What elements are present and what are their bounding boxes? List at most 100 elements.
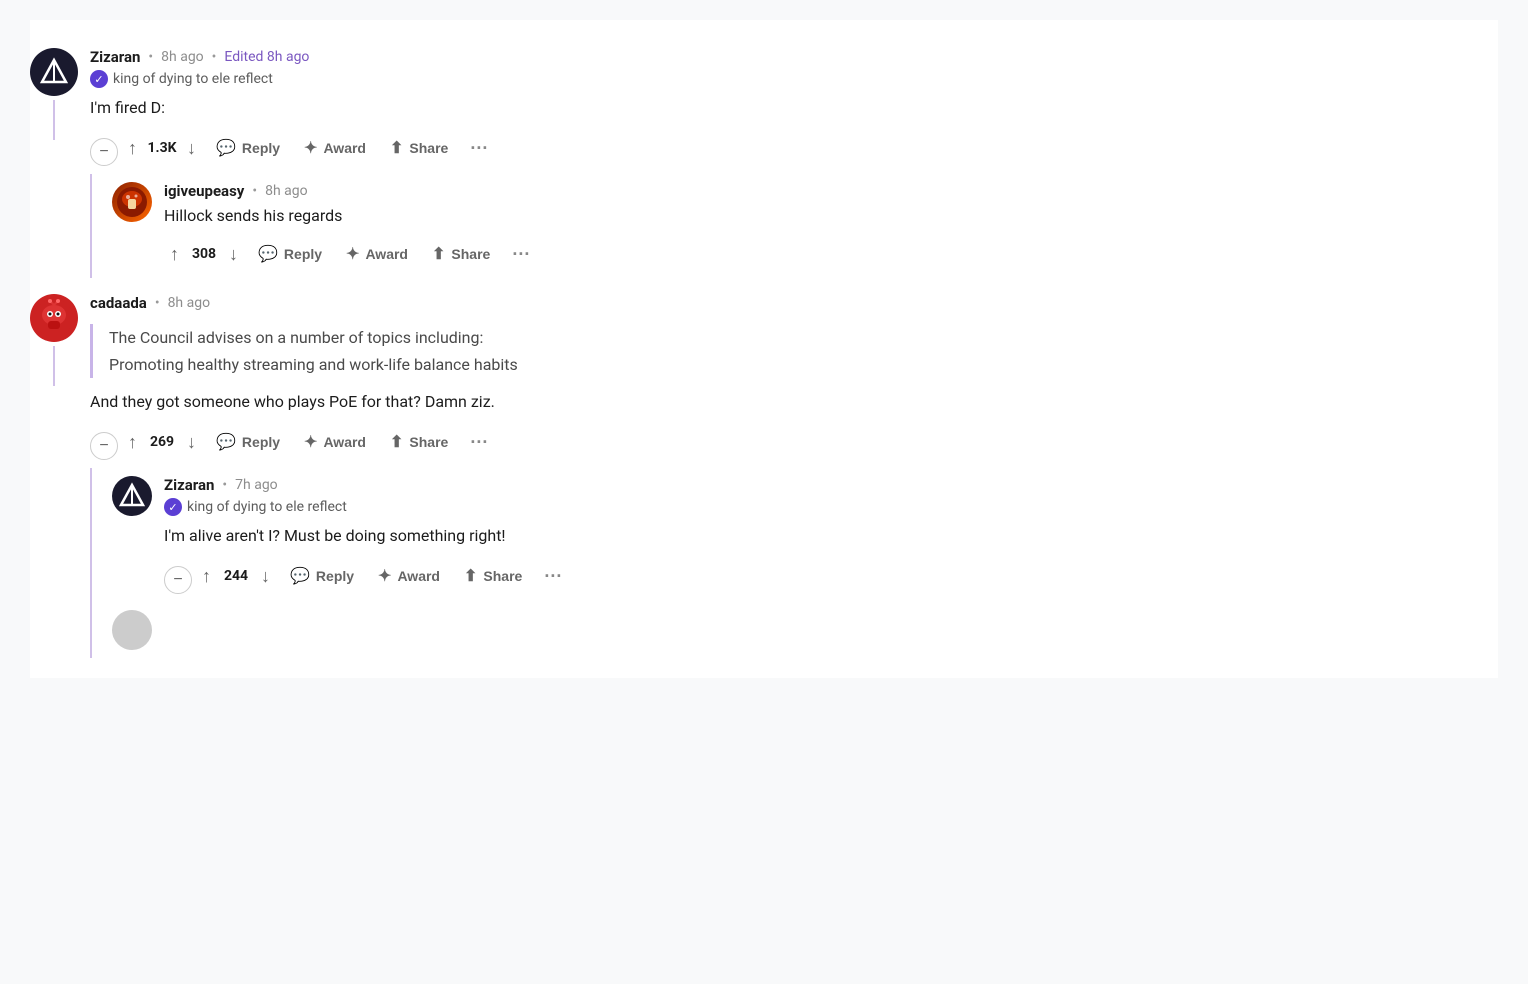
more-icon-ziz: ··· <box>544 566 562 586</box>
reply-icon: 💬 <box>216 138 236 158</box>
avatar-column <box>30 48 78 140</box>
share-icon-igiveup: ⬆ <box>432 244 445 264</box>
thread-line <box>53 100 55 140</box>
upvote-button-ziz-reply[interactable]: ↑ <box>196 562 217 591</box>
share-label-igiveup: Share <box>451 246 490 262</box>
award-button-cadaada[interactable]: ✦ Award <box>294 426 376 458</box>
comment-header-ziz-reply: Zizaran • 7h ago <box>164 476 1498 494</box>
comment-text-igiveup: Hillock sends his regards <box>164 204 1498 228</box>
next-reply-placeholder <box>112 602 1498 658</box>
downvote-icon-reply: ↓ <box>261 566 270 587</box>
collapse-button-cadaada[interactable]: − <box>90 432 118 460</box>
flair-text: king of dying to ele reflect <box>113 71 273 87</box>
vote-count-cadaada: 269 <box>147 434 177 450</box>
timestamp-cadaada: 8h ago <box>168 295 211 311</box>
vote-group: ↑ 1.3K ↓ <box>122 134 202 163</box>
share-button-ziz-reply[interactable]: ⬆ Share <box>454 560 532 592</box>
downvote-button-ziz-reply[interactable]: ↓ <box>255 562 276 591</box>
avatar-column-2 <box>112 182 152 222</box>
award-icon-ziz: ✦ <box>378 566 391 586</box>
collapse-button[interactable]: − <box>90 138 118 166</box>
share-button[interactable]: ⬆ Share <box>380 132 458 164</box>
comment-igiveup: igiveupeasy • 8h ago Hillock sends his r… <box>112 174 1498 278</box>
comment-header-igiveup: igiveupeasy • 8h ago <box>164 182 1498 200</box>
award-label-ziz-reply: Award <box>397 568 440 584</box>
share-button-igiveup[interactable]: ⬆ Share <box>422 238 500 270</box>
reply-icon-igiveup: 💬 <box>258 244 278 264</box>
award-icon-igiveup: ✦ <box>346 244 359 264</box>
avatar-cadaada <box>30 294 78 342</box>
username-cadaada: cadaada <box>90 294 147 312</box>
award-label: Award <box>323 140 366 156</box>
flair-check-icon: ✓ <box>90 70 108 88</box>
more-icon-igiveup: ··· <box>512 244 530 264</box>
dot-sep3: • <box>252 183 257 199</box>
downvote-button-igiveup[interactable]: ↓ <box>223 240 244 269</box>
more-options-button[interactable]: ··· <box>462 134 496 163</box>
action-bar-cadaada: − ↑ 269 ↓ 💬 Reply ✦ Award <box>90 424 1498 460</box>
share-icon: ⬆ <box>390 138 403 158</box>
comment-body: Zizaran • 8h ago • Edited 8h ago ✓ king … <box>90 48 1498 166</box>
comment-body-ziz-reply: Zizaran • 7h ago ✓ king of dying to ele … <box>164 476 1498 594</box>
reply-label-igiveup: Reply <box>284 246 322 262</box>
comment-body-igiveup: igiveupeasy • 8h ago Hillock sends his r… <box>164 182 1498 270</box>
more-options-button-cadaada[interactable]: ··· <box>462 428 496 457</box>
reply-label-cadaada: Reply <box>242 434 280 450</box>
more-icon: ··· <box>470 138 488 158</box>
blockquote: The Council advises on a number of topic… <box>90 324 1498 378</box>
flair-check-icon-reply: ✓ <box>164 498 182 516</box>
upvote-icon-reply: ↑ <box>202 566 211 587</box>
timestamp-igiveup: 8h ago <box>265 183 308 199</box>
username: Zizaran <box>90 48 140 66</box>
more-options-button-igiveup[interactable]: ··· <box>504 240 538 269</box>
comment-thread: Zizaran • 8h ago • Edited 8h ago ✓ king … <box>30 20 1498 678</box>
upvote-button-cadaada[interactable]: ↑ <box>122 428 143 457</box>
minus-icon-reply: − <box>173 571 182 589</box>
user-flair-ziz-reply: ✓ king of dying to ele reflect <box>164 498 1498 516</box>
username-igiveup: igiveupeasy <box>164 182 244 200</box>
reply-button[interactable]: 💬 Reply <box>206 132 290 164</box>
more-icon-cadaada: ··· <box>470 432 488 452</box>
downvote-button-cadaada[interactable]: ↓ <box>181 428 202 457</box>
share-label: Share <box>409 140 448 156</box>
comment-text-ziz-reply: I'm alive aren't I? Must be doing someth… <box>164 524 1498 548</box>
downvote-icon: ↓ <box>187 138 196 159</box>
reply-button-ziz-reply[interactable]: 💬 Reply <box>280 560 364 592</box>
share-button-cadaada[interactable]: ⬆ Share <box>380 426 458 458</box>
share-icon-cadaada: ⬆ <box>390 432 403 452</box>
vote-count: 1.3K <box>147 140 177 156</box>
reply-icon-cadaada: 💬 <box>216 432 236 452</box>
award-button-ziz-reply[interactable]: ✦ Award <box>368 560 450 592</box>
dot-sep2: • <box>212 49 217 65</box>
downvote-button[interactable]: ↓ <box>181 134 202 163</box>
upvote-button[interactable]: ↑ <box>122 134 143 163</box>
dot-sep: • <box>148 49 153 65</box>
collapse-button-ziz-reply[interactable]: − <box>164 566 192 594</box>
action-bar-igiveup: ↑ 308 ↓ 💬 Reply ✦ Award <box>164 238 1498 270</box>
comment-zizaran-reply: Zizaran • 7h ago ✓ king of dying to ele … <box>112 468 1498 602</box>
award-button[interactable]: ✦ Award <box>294 132 376 164</box>
award-icon-cadaada: ✦ <box>304 432 317 452</box>
zizaran-reply-avatar-icon <box>116 480 148 512</box>
award-button-igiveup[interactable]: ✦ Award <box>336 238 418 270</box>
award-icon: ✦ <box>304 138 317 158</box>
cadaada-avatar-icon <box>35 299 73 337</box>
more-options-button-ziz-reply[interactable]: ··· <box>536 562 570 591</box>
upvote-button-igiveup[interactable]: ↑ <box>164 240 185 269</box>
award-label-igiveup: Award <box>365 246 408 262</box>
upvote-icon-cadaada: ↑ <box>128 432 137 453</box>
reply-button-cadaada[interactable]: 💬 Reply <box>206 426 290 458</box>
vote-count-igiveup: 308 <box>189 246 219 262</box>
flair-text-reply: king of dying to ele reflect <box>187 499 347 515</box>
user-flair: ✓ king of dying to ele reflect <box>90 70 1498 88</box>
upvote-icon: ↑ <box>170 244 179 265</box>
award-label-cadaada: Award <box>323 434 366 450</box>
reply-button-igiveup[interactable]: 💬 Reply <box>248 238 332 270</box>
timestamp: 8h ago <box>161 49 204 65</box>
reply-label-ziz-reply: Reply <box>316 568 354 584</box>
minus-icon: − <box>99 143 108 161</box>
vote-group-igiveup: ↑ 308 ↓ <box>164 240 244 269</box>
timestamp-ziz-reply: 7h ago <box>235 477 278 493</box>
comment-header: Zizaran • 8h ago • Edited 8h ago <box>90 48 1498 66</box>
indent-cadaada-reply: Zizaran • 7h ago ✓ king of dying to ele … <box>90 468 1498 658</box>
